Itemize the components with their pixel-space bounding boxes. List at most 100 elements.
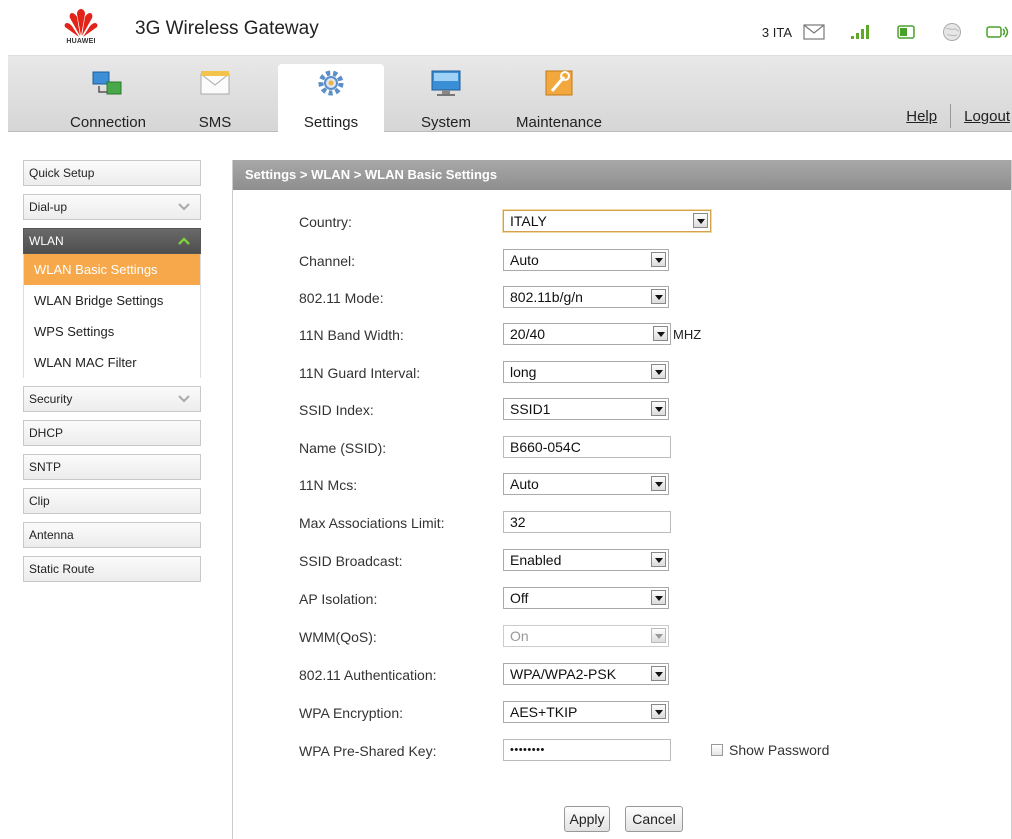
- chevron-up-icon: [178, 237, 190, 245]
- sidebar-item-label: DHCP: [29, 426, 64, 440]
- sidebar-item-quick-setup[interactable]: Quick Setup: [23, 160, 201, 186]
- dropdown-arrow-icon: [653, 326, 668, 341]
- huawei-logo-icon: [64, 9, 98, 37]
- channel-label: Channel:: [299, 253, 356, 269]
- guard-select[interactable]: long: [503, 361, 669, 383]
- tab-label: System: [420, 114, 471, 131]
- wmm-label: WMM(QoS):: [299, 629, 377, 645]
- bandwidth-value: 20/40: [510, 326, 546, 342]
- wmm-row: WMM(QoS): On: [233, 625, 1012, 651]
- globe-icon: [940, 22, 964, 42]
- tab-label: SMS: [198, 114, 232, 131]
- ssid-index-select[interactable]: SSID1: [503, 398, 669, 420]
- tab-maintenance[interactable]: Maintenance: [502, 64, 616, 132]
- logout-link[interactable]: Logout: [964, 108, 1010, 125]
- tab-label: Connection: [70, 114, 146, 131]
- sidebar-subitem-wlan-basic-settings[interactable]: WLAN Basic Settings: [24, 254, 200, 285]
- wmm-value: On: [510, 628, 529, 644]
- tab-label: Maintenance: [516, 114, 602, 131]
- mail-icon[interactable]: [802, 22, 826, 42]
- auth-select[interactable]: WPA/WPA2-PSK: [503, 663, 669, 685]
- tab-system[interactable]: System: [406, 64, 486, 132]
- max-assoc-label: Max Associations Limit:: [299, 515, 445, 531]
- sidebar-item-security[interactable]: Security: [23, 386, 201, 412]
- app-title: 3G Wireless Gateway: [135, 18, 319, 39]
- signal-icon: [848, 22, 872, 42]
- bandwidth-unit: MHZ: [673, 327, 702, 342]
- sidebar-subitem-wlan-mac-filter[interactable]: WLAN MAC Filter: [24, 347, 200, 378]
- psk-row: WPA Pre-Shared Key: •••••••• Show Passwo…: [233, 739, 1012, 765]
- dropdown-arrow-icon: [651, 666, 666, 681]
- apply-button[interactable]: Apply: [564, 806, 610, 832]
- ssid-broadcast-row: SSID Broadcast: Enabled: [233, 549, 1012, 575]
- show-password[interactable]: Show Password: [711, 742, 829, 758]
- wifi-icon: [986, 22, 1010, 42]
- ap-isolation-value: Off: [510, 590, 529, 606]
- ssid-name-input[interactable]: B660-054C: [503, 436, 671, 458]
- sidebar-item-dial-up[interactable]: Dial-up: [23, 194, 201, 220]
- country-value: ITALY: [510, 213, 547, 229]
- sidebar-item-dhcp[interactable]: DHCP: [23, 420, 201, 446]
- sidebar-item-label: Clip: [29, 494, 50, 508]
- guard-row: 11N Guard Interval: long: [233, 361, 1012, 387]
- ssid-broadcast-select[interactable]: Enabled: [503, 549, 669, 571]
- sidebar-subitem-wlan-bridge-settings[interactable]: WLAN Bridge Settings: [24, 285, 200, 316]
- dropdown-arrow-icon: [651, 552, 666, 567]
- sidebar-item-label: Quick Setup: [29, 166, 95, 180]
- maintenance-icon: [542, 68, 576, 98]
- chevron-down-icon: [178, 203, 190, 211]
- tab-label: Settings: [303, 114, 359, 131]
- status-bar: 3 ITA: [762, 20, 1012, 44]
- encryption-select[interactable]: AES+TKIP: [503, 701, 669, 723]
- system-icon: [429, 68, 463, 98]
- main-nav: Connection SMS Settings System Maintenan…: [8, 56, 1012, 132]
- ssid-broadcast-value: Enabled: [510, 552, 562, 568]
- country-select[interactable]: ITALY: [503, 210, 711, 232]
- mode-select[interactable]: 802.11b/g/n: [503, 286, 669, 308]
- cancel-button[interactable]: Cancel: [625, 806, 683, 832]
- psk-label: WPA Pre-Shared Key:: [299, 743, 437, 759]
- sidebar-item-static-route[interactable]: Static Route: [23, 556, 201, 582]
- connection-icon: [91, 68, 125, 98]
- channel-row: Channel: Auto: [233, 249, 1012, 275]
- sidebar-item-label: Security: [29, 392, 73, 406]
- ssid-broadcast-label: SSID Broadcast:: [299, 553, 403, 569]
- dropdown-arrow-icon: [693, 213, 708, 228]
- bandwidth-select[interactable]: 20/40: [503, 323, 671, 345]
- sidebar-item-label: SNTP: [29, 460, 62, 474]
- tab-sms[interactable]: SMS: [183, 64, 247, 132]
- sms-icon: [198, 68, 232, 98]
- content-panel: Settings > WLAN > WLAN Basic Settings Co…: [232, 160, 1012, 839]
- dropdown-arrow-icon: [651, 364, 666, 379]
- sidebar-item-label: WLAN: [29, 234, 64, 248]
- show-password-checkbox[interactable]: [711, 744, 723, 756]
- encryption-value: AES+TKIP: [510, 704, 578, 720]
- sidebar-item-antenna[interactable]: Antenna: [23, 522, 201, 548]
- psk-input[interactable]: ••••••••: [503, 739, 671, 761]
- help-link[interactable]: Help: [906, 108, 937, 125]
- wmm-select: On: [503, 625, 669, 647]
- mcs-row: 11N Mcs: Auto: [233, 473, 1012, 499]
- max-assoc-input[interactable]: 32: [503, 511, 671, 533]
- nav-links: Help Logout: [906, 104, 1010, 128]
- auth-label: 802.11 Authentication:: [299, 667, 437, 683]
- mcs-select[interactable]: Auto: [503, 473, 669, 495]
- dropdown-arrow-icon: [651, 476, 666, 491]
- sidebar-subitem-wps-settings[interactable]: WPS Settings: [24, 316, 200, 347]
- chevron-down-icon: [178, 395, 190, 403]
- tab-connection[interactable]: Connection: [56, 64, 160, 132]
- channel-select[interactable]: Auto: [503, 249, 669, 271]
- sidebar-item-clip[interactable]: Clip: [23, 488, 201, 514]
- mcs-label: 11N Mcs:: [299, 477, 358, 493]
- country-row: Country: ITALY: [233, 210, 1012, 236]
- tab-settings[interactable]: Settings: [278, 64, 384, 132]
- dropdown-arrow-icon: [651, 401, 666, 416]
- ap-isolation-select[interactable]: Off: [503, 587, 669, 609]
- mode-value: 802.11b/g/n: [510, 289, 583, 305]
- mode-label: 802.11 Mode:: [299, 290, 384, 306]
- sidebar-item-sntp[interactable]: SNTP: [23, 454, 201, 480]
- ap-isolation-row: AP Isolation: Off: [233, 587, 1012, 613]
- sidebar-item-label: Static Route: [29, 562, 95, 576]
- sidebar-item-wlan[interactable]: WLAN: [23, 228, 201, 254]
- ssid-index-value: SSID1: [510, 401, 551, 417]
